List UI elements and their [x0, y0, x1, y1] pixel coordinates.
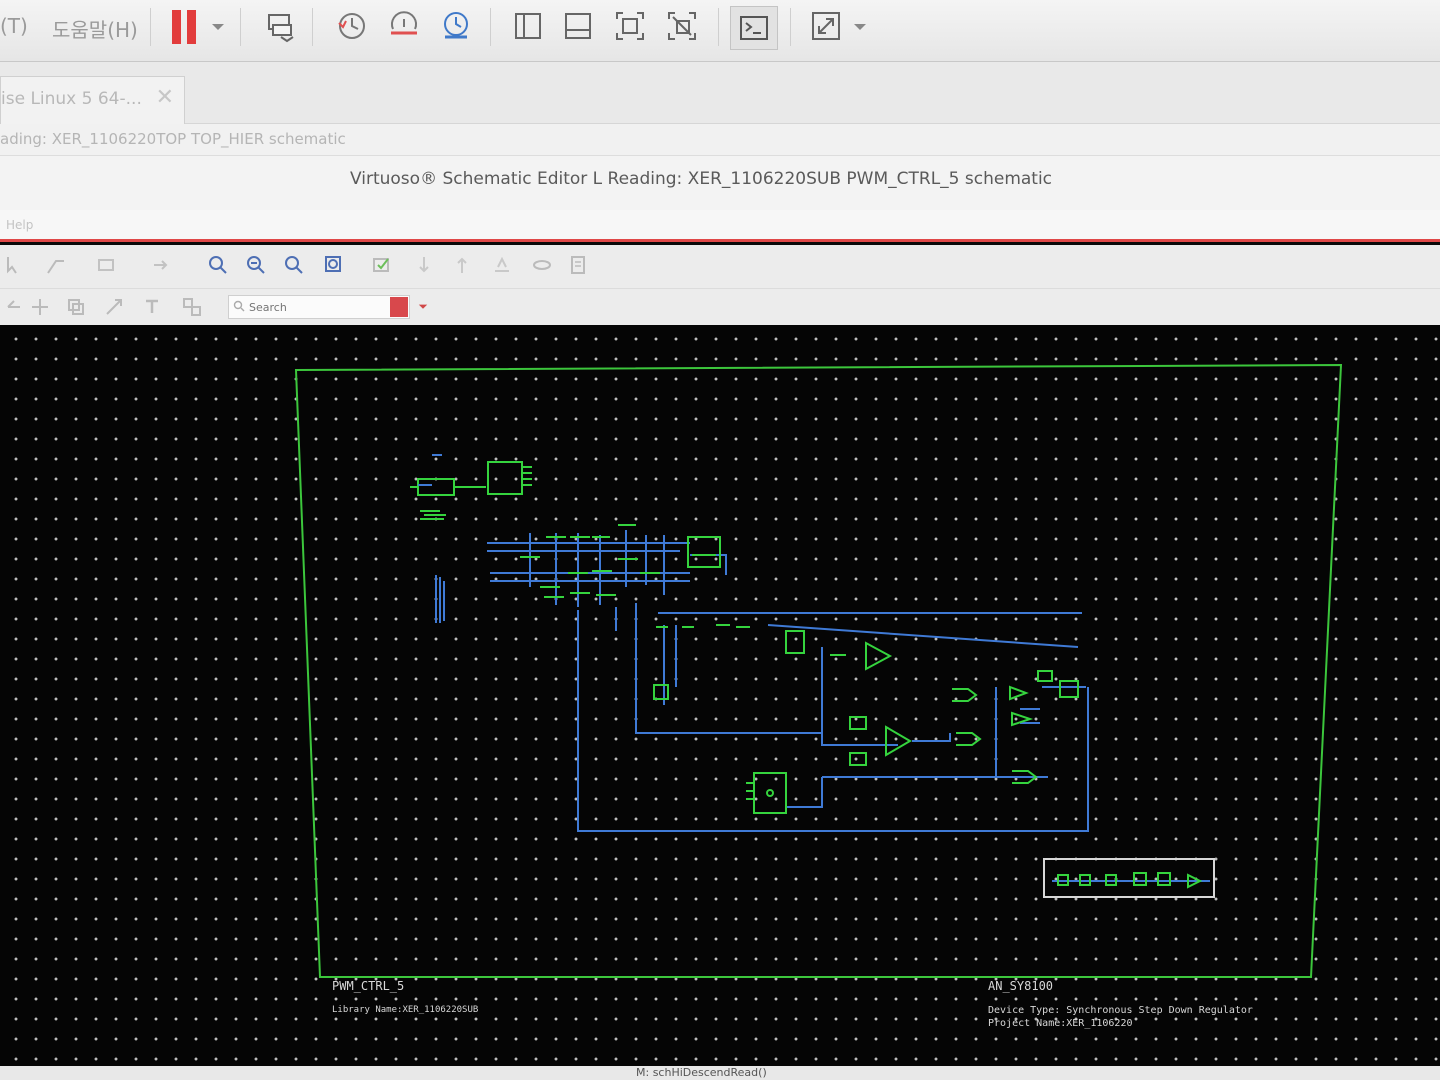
instance-icon[interactable]	[96, 255, 116, 275]
revert-snapshot-button[interactable]	[382, 6, 426, 46]
zoom-box-icon[interactable]	[324, 255, 344, 275]
chevron-down-icon	[854, 24, 866, 30]
fit-window-icon	[616, 12, 644, 40]
toolbar-separator	[718, 8, 719, 46]
vm-tab[interactable]: ise Linux 5 64-... ✕	[0, 76, 185, 124]
wire-group-top-left	[418, 454, 445, 623]
wire-icon[interactable]	[46, 255, 66, 275]
sheet-cell-name: PWM_CTRL_5	[332, 979, 405, 993]
schematic-toolbar	[0, 245, 1440, 289]
vm-settings-icon	[268, 14, 294, 43]
vm-tab-strip: ise Linux 5 64-... ✕	[0, 62, 1440, 124]
zoom-in-icon[interactable]	[208, 255, 228, 275]
chevron-down-icon	[212, 24, 224, 30]
status-text: M: schHiDescendRead()	[636, 1066, 767, 1079]
toolbar-separator	[490, 8, 491, 46]
terminal-icon	[740, 16, 768, 40]
sheet-part-number: AN_SY8100	[988, 979, 1054, 993]
text-label-icon[interactable]	[142, 297, 162, 317]
background-window-title: ading: XER_1106220TOP TOP_HIER schematic	[0, 124, 1440, 156]
menu-item-tools[interactable]: (T)	[0, 14, 28, 38]
search-icon	[233, 300, 245, 312]
snapshot-manager-button[interactable]	[434, 6, 478, 46]
thumbnail-bar-icon	[565, 13, 591, 39]
zoom-out-icon[interactable]	[246, 255, 266, 275]
component-group-top-left	[410, 461, 532, 520]
toolbar-separator	[312, 8, 313, 46]
clock-icon	[338, 13, 365, 39]
fullscreen-dropdown-button[interactable]	[848, 6, 872, 46]
sidebar-button[interactable]	[506, 6, 550, 46]
background-window-title-text: ading: XER_1106220TOP TOP_HIER schematic	[0, 130, 346, 148]
stretch-icon[interactable]	[104, 297, 124, 317]
search-options-button[interactable]	[390, 297, 408, 317]
ascend-icon[interactable]	[452, 255, 472, 275]
no-fit-button[interactable]	[660, 6, 704, 46]
search-input[interactable]	[249, 298, 399, 316]
select-icon[interactable]	[4, 255, 24, 275]
no-fit-icon	[668, 12, 696, 40]
revert-clock-icon	[391, 11, 417, 35]
view-icon[interactable]	[532, 255, 552, 275]
legend-block	[1043, 858, 1215, 898]
transistor-array-devices	[520, 524, 721, 598]
close-icon[interactable]: ✕	[156, 85, 174, 110]
schematic-canvas[interactable]: PWM_CTRL_5 Library Name:XER_1106220SUB A…	[0, 325, 1440, 1070]
schematic-toolbar-secondary	[0, 289, 1440, 325]
snapshot-manager-icon	[444, 12, 468, 39]
sheet-library-name: Library Name:XER_1106220SUB	[332, 1005, 479, 1015]
chevron-down-icon[interactable]	[416, 299, 430, 313]
vm-tab-label: ise Linux 5 64-...	[1, 89, 142, 109]
thumbnail-bar-button[interactable]	[556, 6, 600, 46]
toolbar-separator	[150, 8, 151, 46]
window-title: Virtuoso® Schematic Editor L Reading: XE…	[350, 169, 1053, 189]
status-bar: M: schHiDescendRead()	[0, 1066, 1440, 1080]
pause-icon[interactable]	[172, 10, 198, 44]
sheet-border	[294, 363, 1343, 978]
fit-window-button[interactable]	[608, 6, 652, 46]
sheet-device-type: Device Type: Synchronous Step Down Regul…	[988, 1005, 1253, 1016]
menu-item-help[interactable]: 도움말(H)	[52, 14, 138, 43]
menu-bar: Help	[0, 210, 1440, 242]
hierarchy-icon[interactable]	[182, 297, 202, 317]
pause-dropdown-button[interactable]	[206, 6, 230, 46]
menu-item-help-virtuoso[interactable]: Help	[6, 218, 33, 232]
schematic-drawing	[294, 363, 1343, 978]
search-box	[228, 295, 410, 319]
fullscreen-button[interactable]	[804, 6, 848, 46]
sheet-project-name: Project Name:XER_1106220	[988, 1018, 1133, 1029]
document-icon[interactable]	[568, 255, 588, 275]
host-toolbar: (T) 도움말(H)	[0, 0, 1440, 62]
pin-icon[interactable]	[150, 255, 170, 275]
snapshot-button[interactable]	[330, 6, 374, 46]
logic-devices	[653, 624, 1079, 814]
fullscreen-icon	[812, 12, 840, 40]
copy-icon[interactable]	[66, 297, 86, 317]
descend-icon[interactable]	[414, 255, 434, 275]
property-icon[interactable]	[492, 255, 512, 275]
toolbar-separator	[240, 8, 241, 46]
toolbar-separator	[790, 8, 791, 46]
move-icon[interactable]	[30, 297, 50, 317]
zoom-fit-icon[interactable]	[284, 255, 304, 275]
vm-settings-button[interactable]	[258, 6, 302, 46]
check-save-icon[interactable]	[372, 255, 392, 275]
sidebar-icon	[515, 13, 541, 39]
undo-icon[interactable]	[4, 297, 24, 317]
window-title-bar: Virtuoso® Schematic Editor L Reading: XE…	[0, 156, 1440, 210]
console-button[interactable]	[730, 6, 778, 50]
